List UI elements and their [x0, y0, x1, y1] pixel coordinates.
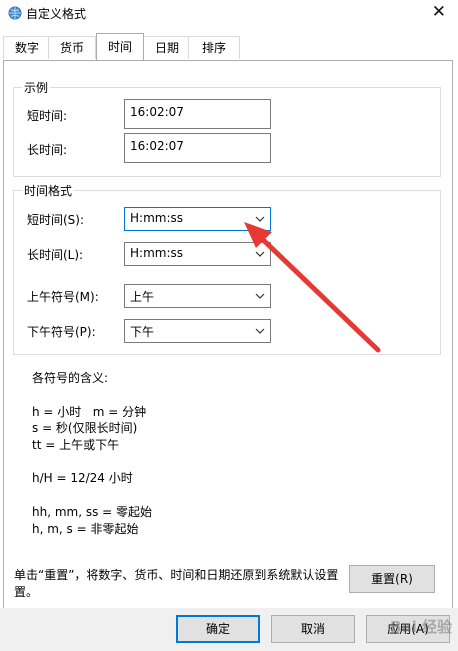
time-format-group-title: 时间格式 — [22, 182, 75, 199]
dialog-button-bar: 确定 取消 应用(A) Bai 经验 — [0, 608, 458, 651]
title-bar: 自定义格式 ✕ — [0, 0, 458, 28]
globe-clock-icon — [8, 6, 22, 20]
tab-number[interactable]: 数字 — [3, 36, 51, 59]
short-time-value: H:mm:ss — [130, 211, 183, 225]
short-time-label: 短时间(S): — [27, 213, 85, 227]
example-group-title: 示例 — [22, 79, 51, 96]
tab-date[interactable]: 日期 — [143, 36, 191, 59]
long-time-label: 长时间(L): — [27, 248, 84, 262]
tab-panel-time: 示例 短时间: 16:02:07 长时间: 16:02:07 时间格式 短时间(… — [3, 60, 453, 610]
tab-sort[interactable]: 排序 — [188, 36, 240, 59]
legend-line: h, m, s = 非零起始 — [32, 522, 139, 536]
watermark: Bai 经验 — [390, 618, 452, 636]
am-symbol-label: 上午符号(M): — [27, 290, 99, 304]
chevron-down-icon — [255, 216, 265, 222]
pm-symbol-combo[interactable]: 下午 — [124, 319, 271, 343]
pm-symbol-value: 下午 — [130, 325, 155, 339]
example-group: 示例 短时间: 16:02:07 长时间: 16:02:07 — [13, 79, 441, 177]
chevron-down-icon — [255, 293, 265, 299]
example-short-field: 16:02:07 — [124, 99, 271, 129]
chevron-down-icon — [255, 328, 265, 334]
example-long-label: 长时间: — [27, 143, 68, 157]
reset-button[interactable]: 重置(R) — [349, 565, 435, 593]
legend-line: tt = 上午或下午 — [32, 438, 120, 452]
legend-heading: 各符号的含义: — [32, 371, 109, 385]
long-time-value: H:mm:ss — [130, 246, 183, 260]
tab-currency[interactable]: 货币 — [48, 36, 96, 59]
legend-line: h/H = 12/24 小时 — [32, 471, 133, 485]
long-time-combo[interactable]: H:mm:ss — [124, 242, 271, 266]
chevron-down-icon — [255, 251, 265, 257]
tab-time[interactable]: 时间 — [96, 33, 144, 60]
example-long-field: 16:02:07 — [124, 133, 271, 163]
am-symbol-combo[interactable]: 上午 — [124, 284, 271, 308]
time-format-group: 时间格式 短时间(S): H:mm:ss 长时间(L): H:mm:ss 上午符… — [13, 182, 441, 355]
legend-line: hh, mm, ss = 零起始 — [32, 505, 153, 519]
cancel-button[interactable]: 取消 — [271, 615, 355, 643]
short-time-combo[interactable]: H:mm:ss — [124, 207, 271, 231]
am-symbol-value: 上午 — [130, 290, 155, 304]
legend-line: s = 秒(仅限长时间) — [32, 421, 138, 435]
reset-note-line1: 单击“重置”，将数字、货币、时间和日期还原到系统默认设置 — [14, 568, 339, 582]
example-short-label: 短时间: — [27, 109, 68, 123]
close-icon[interactable]: ✕ — [432, 2, 446, 22]
pm-symbol-label: 下午符号(P): — [27, 325, 96, 339]
legend-line: h = 小时 m = 分钟 — [32, 405, 147, 419]
ok-button[interactable]: 确定 — [176, 615, 260, 643]
reset-note-line2: 置。 — [14, 585, 39, 599]
tab-strip: 数字 货币 时间 日期 排序 — [0, 33, 458, 60]
window-title: 自定义格式 — [26, 7, 87, 21]
